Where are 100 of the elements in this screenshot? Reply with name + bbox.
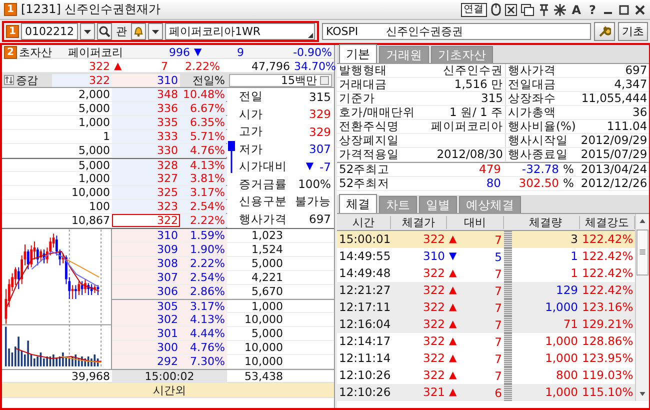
trade-row[interactable]: 15:00:01 322 ▲ 7 3 122.42%	[337, 231, 636, 248]
bid-price[interactable]: 301	[112, 327, 180, 340]
info-value: 페이퍼코리아	[431, 119, 503, 133]
close-box-icon[interactable]	[504, 4, 517, 16]
alert-button[interactable]	[131, 23, 146, 40]
bid-rate: 3.17%	[180, 300, 227, 313]
bid-price[interactable]: 302	[112, 313, 180, 326]
ask-price[interactable]: 330	[112, 144, 180, 157]
info-label: 가격적용일	[337, 148, 415, 162]
pin-icon[interactable]	[538, 4, 550, 16]
week52-date: 2012/12/26	[575, 177, 650, 191]
bid-quantity: 4,221	[250, 271, 284, 284]
arrow-glyph: ▲	[449, 370, 457, 381]
ask-price[interactable]: 325	[112, 186, 180, 199]
ask-rate: 2.54%	[180, 200, 227, 213]
settings-button[interactable]	[594, 22, 615, 41]
toolbar-glyph-button[interactable]: A	[570, 2, 584, 16]
underlying-price: 996	[168, 46, 191, 58]
name-field[interactable]: 페이퍼코리아1WR	[165, 23, 315, 40]
trade-strength: 122.42%	[581, 267, 634, 280]
spin-button-icon[interactable]	[320, 76, 329, 84]
bid-price[interactable]: 307	[112, 271, 180, 284]
scrollbar[interactable]	[635, 214, 650, 401]
current-rate: 2.22%	[184, 60, 221, 72]
trade-row[interactable]: 12:16:04 322 ▲ 7 71 129.21%	[337, 316, 636, 333]
bid-price[interactable]: 306	[112, 285, 180, 298]
arrow-glyph: ▼	[194, 47, 202, 58]
trade-time: 12:21:27	[338, 284, 391, 297]
mode-label[interactable]: 관	[114, 25, 129, 38]
trade-volume: 1	[570, 250, 579, 263]
info-value: 2012/09/29	[575, 134, 650, 148]
bid-price[interactable]: 305	[112, 300, 180, 313]
tab[interactable]: 체결	[339, 194, 377, 213]
bid-price[interactable]: 300	[112, 341, 180, 354]
trade-row[interactable]: 14:49:48 322 ▲ 7 1 122.42%	[337, 265, 636, 282]
wrench-icon	[598, 25, 611, 38]
trade-price: 322	[422, 284, 446, 297]
code-field[interactable]: 0102212	[21, 23, 78, 40]
bid-price[interactable]: 308	[112, 257, 180, 270]
trade-row[interactable]: 12:11:14 322 ▲ 7 1,000 123.95%	[337, 350, 636, 367]
ask-price[interactable]: 335	[112, 116, 180, 129]
basic-button[interactable]: 기초	[618, 22, 648, 41]
dropdown-button[interactable]	[80, 23, 95, 40]
info-value: 315	[309, 90, 331, 104]
bid-price[interactable]: 310	[112, 229, 180, 242]
high-price: 322	[52, 74, 112, 86]
trade-row[interactable]: 14:49:55 310 ▼ 5 1 122.42%	[337, 248, 636, 265]
column-header: 체결량	[512, 216, 580, 228]
dropdown-button[interactable]	[148, 23, 163, 40]
mouse-icon[interactable]	[490, 3, 501, 16]
trade-volume: 800	[555, 369, 579, 382]
close-icon[interactable]	[634, 4, 646, 16]
ask-price[interactable]: 323	[112, 200, 180, 213]
info-label: 시가총액	[505, 106, 575, 120]
amount-field[interactable]: 15백만	[229, 74, 332, 86]
trade-price: 322	[422, 267, 446, 280]
ask-quantity: 10,867	[70, 214, 111, 227]
info-label: 호가/매매단위	[337, 106, 415, 120]
trade-price: 322	[422, 233, 446, 246]
link-button[interactable]: 연결	[460, 2, 487, 16]
ask-price[interactable]: 322	[112, 214, 180, 227]
ask-price[interactable]: 333	[112, 130, 180, 143]
trade-price: 322	[422, 335, 446, 348]
ask-price[interactable]: 328	[112, 159, 180, 172]
info-label: 시가	[239, 106, 263, 122]
search-button[interactable]	[97, 23, 112, 40]
trade-row[interactable]: 12:21:27 322 ▲ 7 129 122.42%	[337, 282, 636, 299]
trade-change: 6	[494, 386, 502, 400]
trade-volume: 1,000	[544, 335, 579, 348]
asterisk-icon[interactable]	[554, 4, 566, 16]
maximize-icon[interactable]	[618, 4, 630, 16]
ask-price[interactable]: 348	[112, 88, 180, 101]
toolbar-glyph-button[interactable]: ?	[587, 2, 598, 16]
ask-price[interactable]: 327	[112, 172, 180, 185]
trade-time: 12:16:04	[338, 318, 391, 331]
ask-price[interactable]: 336	[112, 102, 180, 115]
trade-time: 14:49:48	[338, 267, 391, 280]
arrow-glyph: ▲	[114, 61, 122, 72]
bid-rate: 1.59%	[180, 229, 227, 242]
bid-quantity: 5,000	[250, 257, 284, 270]
bid-price[interactable]: 309	[112, 243, 180, 256]
trade-row[interactable]: 12:17:11 322 ▲ 7 1,000 123.16%	[337, 299, 636, 316]
info-value: 2012/08/30	[436, 147, 503, 161]
ask-quantity: 100	[88, 200, 111, 213]
windows-icon[interactable]	[520, 4, 534, 16]
trade-row[interactable]: 12:10:26 322 ▲ 7 800 119.03%	[337, 367, 636, 384]
ask-rate: 2.22%	[180, 214, 227, 227]
arrow-glyph: ▲	[449, 234, 457, 245]
tab[interactable]: 기본	[339, 44, 377, 63]
arrow-glyph: ▲	[449, 353, 457, 364]
column-header: 체결가	[391, 216, 447, 228]
trade-row[interactable]: 12:10:26 321 ▲ 6 1,000 115.10%	[337, 384, 636, 401]
info-value: 329	[309, 124, 331, 139]
bell-icon	[133, 26, 144, 37]
trade-row[interactable]: 12:14:17 322 ▲ 7 1,000 128.86%	[337, 333, 636, 350]
bid-rate: 4.44%	[180, 327, 227, 340]
ask-quantity: 5,000	[78, 159, 111, 172]
section-badge: 1	[6, 25, 19, 38]
swap-icon[interactable]	[4, 75, 14, 85]
bid-price[interactable]: 292	[112, 355, 180, 368]
